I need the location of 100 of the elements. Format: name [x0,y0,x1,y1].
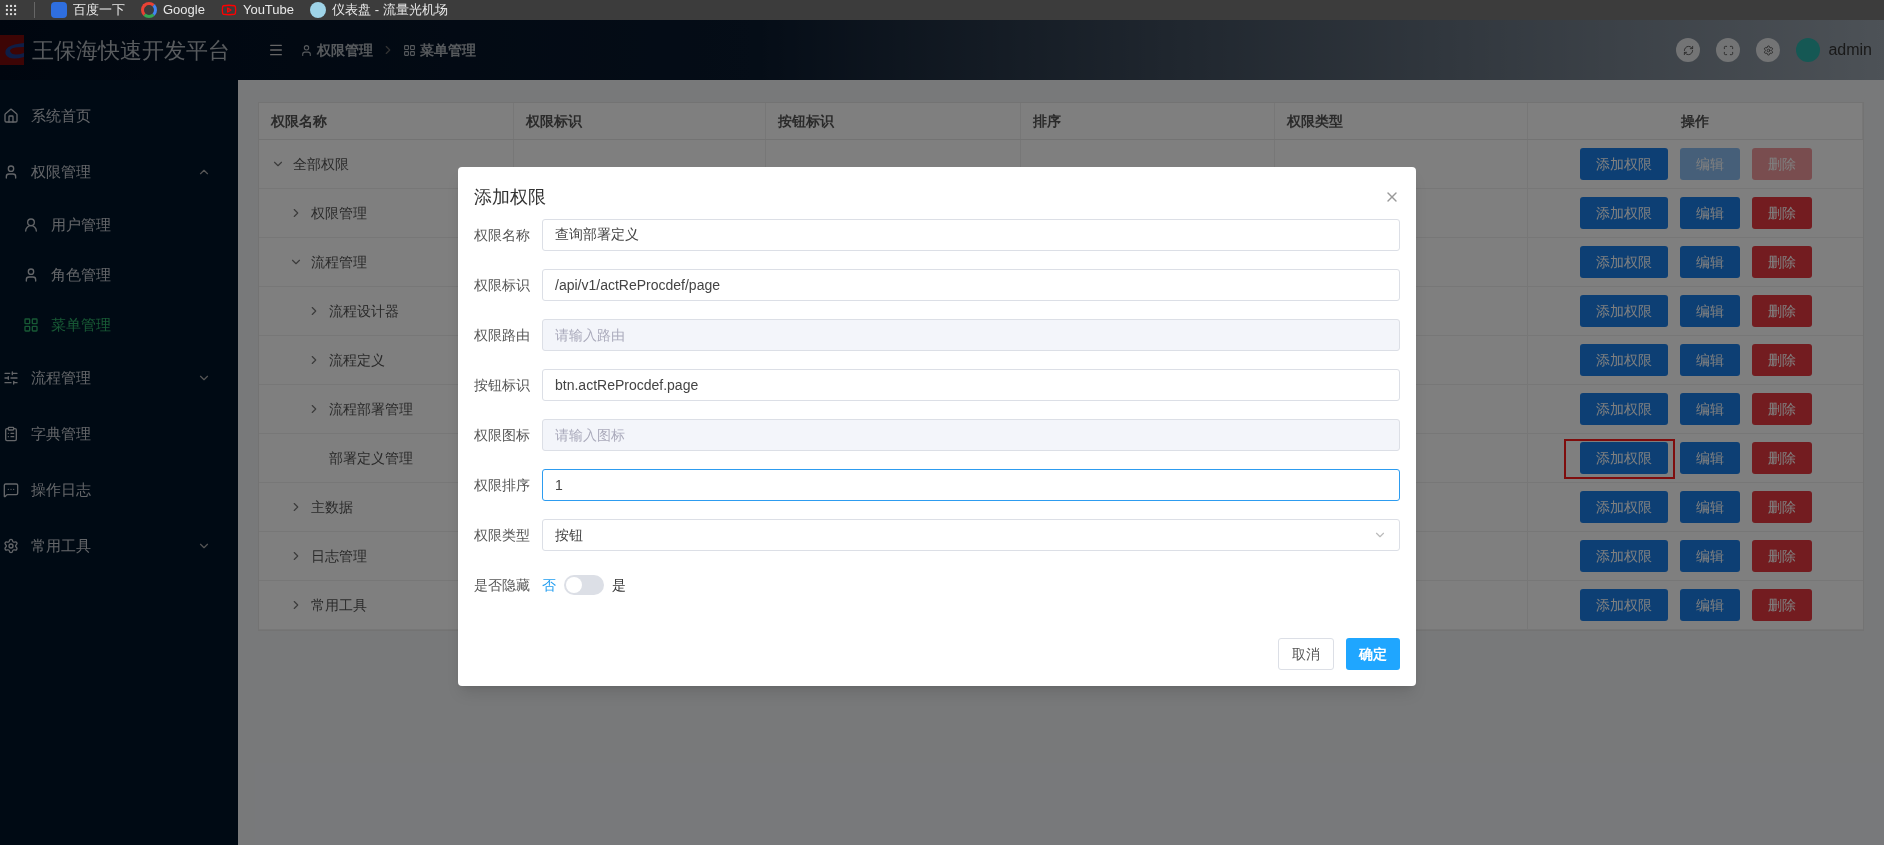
field-label: 权限标识 [474,275,531,295]
sidebar-item[interactable]: 操作日志 [0,462,238,518]
user-icon [300,43,313,57]
field-label: 按钮标识 [474,375,531,395]
sidebar-subitem[interactable]: 菜单管理 [0,300,238,350]
table-cell-text: 主数据 [311,497,353,517]
select-field[interactable]: 按钮 [542,519,1400,551]
table-cell-text: 全部权限 [293,154,349,174]
switch-off-label: 否 [542,575,556,595]
add-permission-button[interactable]: 添加权限 [1579,393,1668,425]
add-permission-button[interactable]: 添加权限 [1579,148,1668,180]
bookmark-link[interactable]: YouTube [220,0,294,20]
sidebar-item[interactable]: 字典管理 [0,406,238,462]
settings-icon [1762,44,1774,56]
column-header: 权限类型 [1287,111,1343,131]
add-permission-button[interactable]: 添加权限 [1579,491,1668,523]
field-label: 权限名称 [474,225,531,245]
column-header: 按钮标识 [778,111,834,131]
chat-icon [3,482,19,498]
column-header: 权限名称 [271,111,327,131]
sidebar-item[interactable]: 流程管理 [0,350,238,406]
refresh-button[interactable] [1676,38,1701,62]
delete-button[interactable]: 删除 [1751,295,1812,327]
switch-on-label: 是 [612,575,626,595]
delete-button[interactable]: 删除 [1751,491,1812,523]
edit-button[interactable]: 编辑 [1679,393,1740,425]
refresh-icon [1682,44,1694,56]
sidebar-item[interactable]: 权限管理 [0,144,238,200]
sidebar-subitem[interactable]: 用户管理 [0,200,238,250]
column-header: 排序 [1033,111,1061,131]
breadcrumb-link[interactable]: 菜单管理 [403,39,476,61]
cancel-button[interactable]: 取消 [1278,638,1334,670]
field-label: 是否隐藏 [474,575,531,595]
apps-icon[interactable] [4,3,18,17]
add-permission-button[interactable]: 添加权限 [1579,295,1668,327]
settings-button[interactable] [1756,38,1781,62]
dialog-title: 添加权限 [474,185,546,209]
delete-button[interactable]: 删除 [1751,589,1812,621]
app-title: 王保海快速开发平台 [32,36,230,65]
fullscreen-icon [1722,44,1734,56]
add-permission-button[interactable]: 添加权限 [1579,589,1668,621]
delete-button[interactable]: 删除 [1751,393,1812,425]
menu-icon[interactable] [268,42,284,58]
table-cell-text: 流程设计器 [329,301,399,321]
user-outline-icon [23,217,39,233]
table-cell-text: 流程定义 [329,350,385,370]
add-permission-button[interactable]: 添加权限 [1579,442,1668,474]
delete-button[interactable]: 删除 [1751,197,1812,229]
delete-button[interactable]: 删除 [1751,344,1812,376]
home-icon [3,108,19,124]
sidebar-item[interactable]: 系统首页 [0,88,238,144]
field-label: 权限图标 [474,425,531,445]
column-header: 权限标识 [526,111,582,131]
add-permission-button[interactable]: 添加权限 [1579,344,1668,376]
bookmark-link[interactable]: 百度一下 [51,0,125,20]
table-cell-text: 流程管理 [311,252,367,272]
table-cell-text: 权限管理 [311,203,367,223]
add-permission-button[interactable]: 添加权限 [1579,246,1668,278]
edit-button[interactable]: 编辑 [1679,540,1740,572]
add-permission-button[interactable]: 添加权限 [1579,540,1668,572]
table-cell-text: 流程部署管理 [329,399,413,419]
table-cell-text: 日志管理 [311,546,367,566]
confirm-button[interactable]: 确定 [1346,638,1400,670]
gear-icon [3,538,19,554]
sidebar-item[interactable]: 常用工具 [0,518,238,574]
clipboard-icon [3,426,19,442]
delete-button[interactable]: 删除 [1751,540,1812,572]
user-name: admin [1828,40,1872,60]
table-cell-text: 部署定义管理 [329,448,413,468]
edit-button[interactable]: 编辑 [1679,246,1740,278]
grid-icon [23,317,39,333]
delete-button[interactable]: 删除 [1751,246,1812,278]
input-field[interactable]: btn.actReProcdef.page [542,369,1400,401]
field-label: 权限路由 [474,325,531,345]
column-header: 操作 [1681,111,1709,131]
user-icon [23,267,39,283]
add-permission-button[interactable]: 添加权限 [1579,197,1668,229]
input-field[interactable]: 查询部署定义 [542,219,1400,251]
table-cell-text: 常用工具 [311,595,367,615]
toggle-switch[interactable] [564,575,604,595]
sidebar-subitem[interactable]: 角色管理 [0,250,238,300]
sliders-icon [3,370,19,386]
play-icon [220,2,237,18]
edit-button[interactable]: 编辑 [1679,491,1740,523]
grid-icon [403,43,416,57]
bookmark-link[interactable]: 仪表盘 - 流量光机场 [310,0,448,20]
delete-button[interactable]: 删除 [1751,442,1812,474]
breadcrumb-link[interactable]: 权限管理 [300,39,373,61]
edit-button[interactable]: 编辑 [1679,344,1740,376]
field-label: 权限排序 [474,475,531,495]
fullscreen-button[interactable] [1716,38,1741,62]
edit-button[interactable]: 编辑 [1679,197,1740,229]
input-field[interactable]: 1 [542,469,1400,501]
edit-button[interactable]: 编辑 [1679,589,1740,621]
field-label: 权限类型 [474,525,531,545]
logo [0,35,24,65]
edit-button[interactable]: 编辑 [1679,442,1740,474]
edit-button[interactable]: 编辑 [1679,295,1740,327]
user-icon [3,164,19,180]
input-field[interactable]: /api/v1/actReProcdef/page [542,269,1400,301]
